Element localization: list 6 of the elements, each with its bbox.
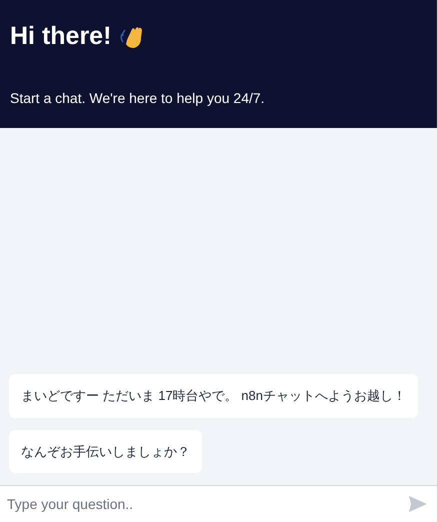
send-icon[interactable] [409, 496, 427, 512]
chat-message: なんぞお手伝いしましょか？ [9, 430, 202, 473]
chat-message: まいどですー ただいま 17時台やで。 n8nチャットへようお越し！ [9, 374, 418, 418]
header-subtitle: Start a chat. We're here to help you 24/7. [10, 88, 266, 108]
message-input[interactable]: Type your question.. [7, 494, 409, 514]
header-title: Hi there! [10, 21, 112, 52]
